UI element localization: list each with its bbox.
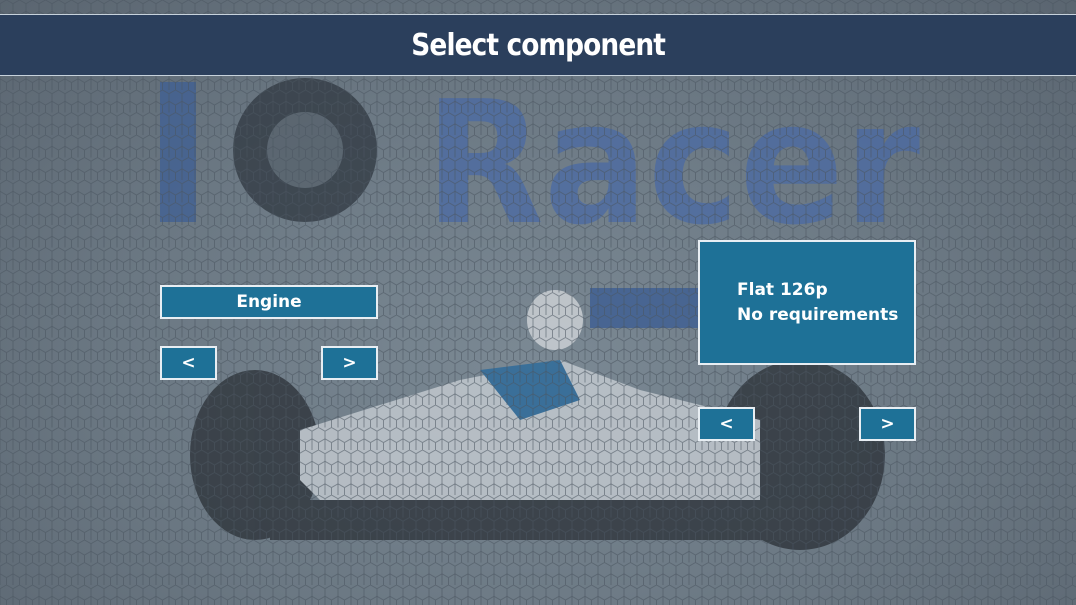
page-title: Select component [411,27,666,63]
previous-option-button[interactable]: < [698,407,755,441]
component-requirements: No requirements [737,305,899,325]
previous-component-button[interactable]: < [160,346,217,380]
next-component-button[interactable]: > [321,346,378,380]
component-info-panel: Flat 126p No requirements [698,240,916,365]
component-type-label: Engine [160,285,378,319]
title-bar: Select component [0,14,1076,76]
component-name: Flat 126p [737,280,828,300]
next-option-button[interactable]: > [859,407,916,441]
